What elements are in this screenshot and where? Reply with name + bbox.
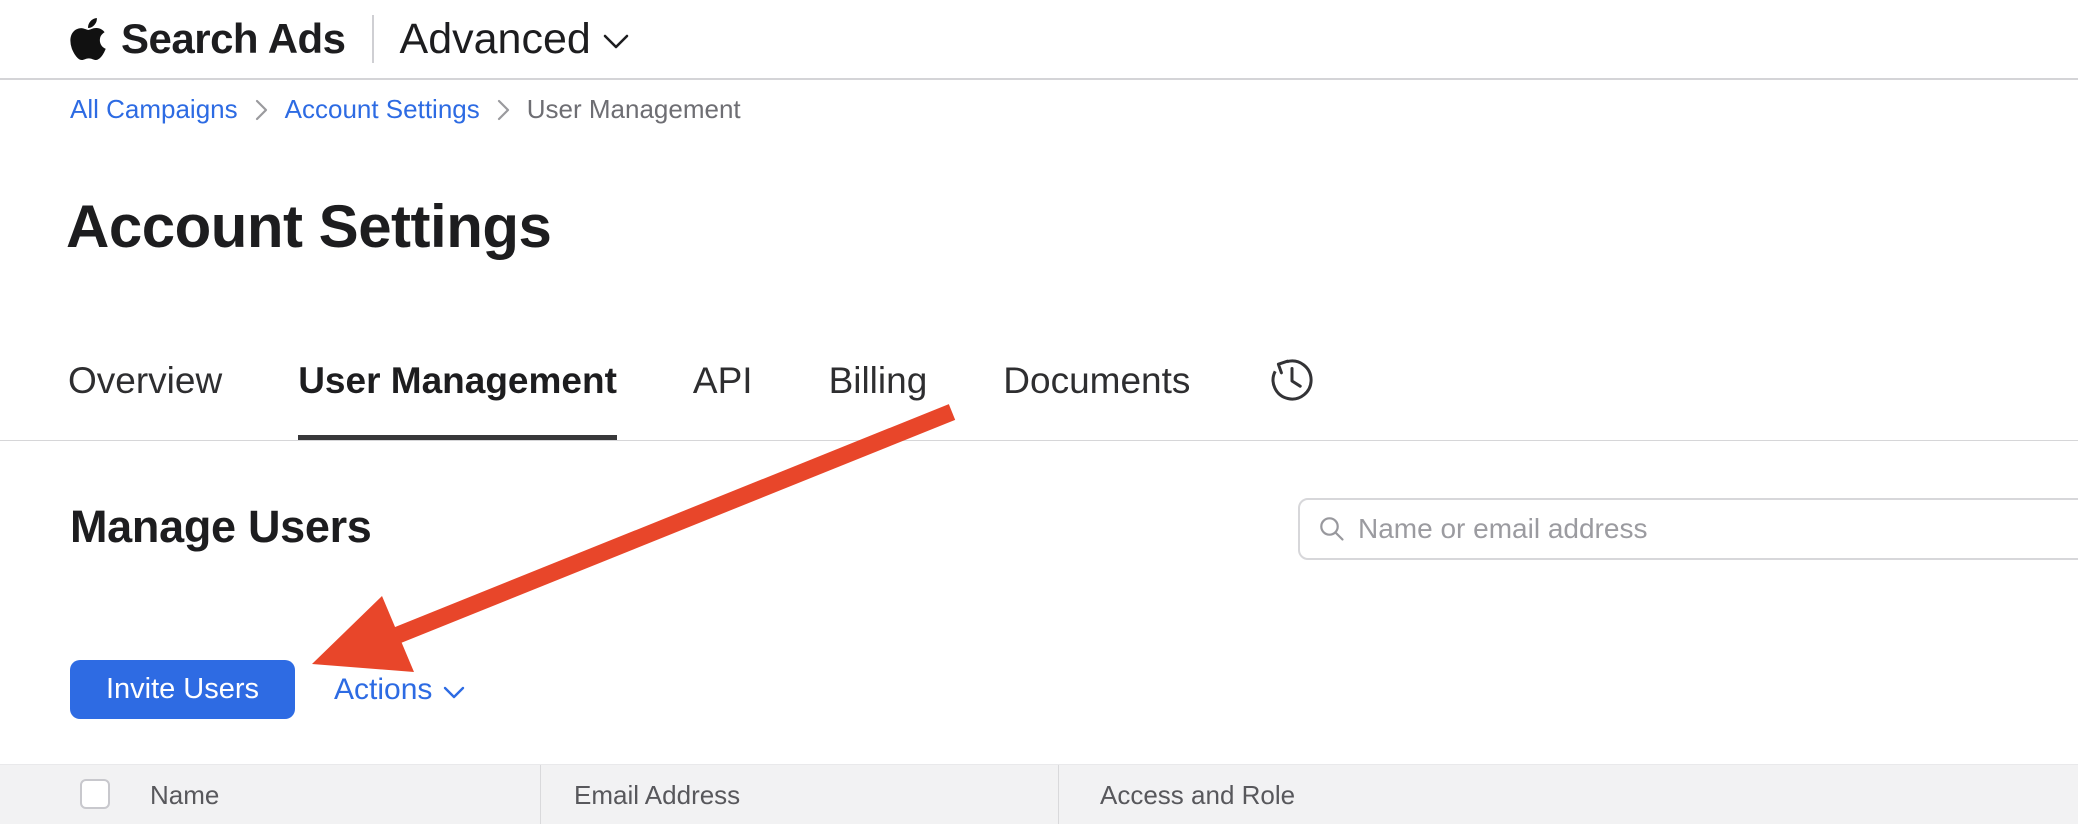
chevron-down-icon (443, 686, 465, 700)
column-header-access-role: Access and Role (1100, 765, 1295, 825)
brand-home-link[interactable]: Search Ads (68, 15, 346, 63)
page-title: Account Settings (66, 192, 551, 261)
edition-label: Advanced (400, 15, 591, 64)
actions-label: Actions (334, 671, 432, 709)
tabs-bar: Overview User Management API Billing Doc… (0, 351, 2078, 441)
tab-billing[interactable]: Billing (829, 351, 928, 440)
apple-logo-icon (68, 15, 108, 63)
breadcrumb-current-page: User Management (527, 94, 741, 124)
tab-user-management[interactable]: User Management (298, 351, 617, 440)
edition-dropdown[interactable]: Advanced (400, 15, 629, 64)
tab-overview[interactable]: Overview (68, 351, 222, 440)
breadcrumb-account-settings[interactable]: Account Settings (285, 94, 480, 124)
column-divider (1058, 765, 1059, 824)
breadcrumb-all-campaigns[interactable]: All Campaigns (70, 94, 238, 124)
chevron-right-icon (255, 99, 268, 121)
users-table-header: Name Email Address Access and Role (0, 764, 2078, 824)
column-header-email: Email Address (574, 765, 740, 825)
search-input[interactable] (1358, 513, 2078, 545)
header-divider (372, 15, 374, 63)
chevron-down-icon (603, 34, 629, 50)
tab-api[interactable]: API (693, 351, 753, 440)
actions-dropdown[interactable]: Actions (334, 671, 465, 709)
app-header: Search Ads Advanced (0, 0, 2078, 80)
select-all-checkbox[interactable] (80, 779, 110, 809)
invite-users-button[interactable]: Invite Users (70, 660, 295, 719)
chevron-right-icon (497, 99, 510, 121)
column-header-name: Name (150, 765, 219, 825)
brand-name: Search Ads (121, 15, 346, 63)
breadcrumb: All Campaigns Account Settings User Mana… (70, 94, 741, 124)
search-icon (1318, 515, 1346, 543)
history-icon (1266, 354, 1318, 406)
section-title: Manage Users (70, 500, 372, 554)
history-button[interactable] (1266, 351, 1318, 440)
column-divider (540, 765, 541, 824)
tab-documents[interactable]: Documents (1003, 351, 1190, 440)
tabs: Overview User Management API Billing Doc… (0, 351, 2078, 440)
user-search-box (1298, 498, 2078, 560)
